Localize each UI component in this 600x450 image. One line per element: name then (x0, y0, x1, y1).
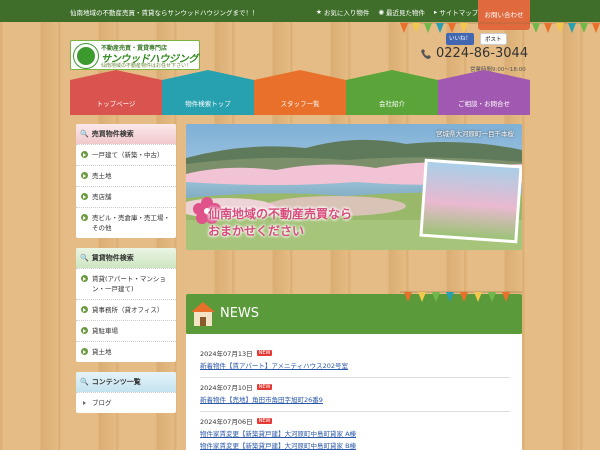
news-list: 2024年07月13日 NEW 新着物件【賃アパート】アメニティハウス202号室 … (186, 334, 522, 450)
news-title: NEWS (220, 306, 260, 321)
hero-message-line1: 仙南地域の不動産売買なら (208, 207, 353, 221)
sidebar-item-label: 貸駐車場 (92, 327, 118, 335)
logo-mark-icon (74, 44, 98, 68)
sidebar-item-label: ブログ (92, 399, 112, 407)
arrow-icon (81, 193, 88, 200)
news-date: 2024年07月06日 (200, 418, 253, 426)
divider (200, 411, 510, 412)
nav-tab-top[interactable]: トップページ (70, 70, 162, 115)
sidebar-item-rent-office[interactable]: 貸事務所（貸オフィス） (76, 299, 176, 320)
news-link[interactable]: 物件家賃変更【新築貸戸建】大河原町中島町貸家 B棟 (200, 440, 510, 450)
logo-tagline: 仙南地域の不動産物件はお任せ下さい！ (101, 63, 192, 69)
arrow-icon (81, 327, 88, 334)
sidebar-item-house[interactable]: 一戸建て（新築・中古） (76, 144, 176, 165)
nav-tab-staff[interactable]: スタッフ一覧 (254, 70, 346, 115)
arrow-icon (81, 151, 88, 158)
nav-tab-label: スタッフ一覧 (280, 100, 320, 108)
hero-caption: 宮城県大河原町一目千本桜 (436, 130, 514, 138)
nav-tab-label: 会社紹介 (379, 100, 405, 108)
search-icon: 🔍 (80, 130, 89, 138)
new-badge: NEW (256, 418, 273, 424)
sidebar-item-rent-parking[interactable]: 貸駐車場 (76, 320, 176, 341)
sidebar-item-label: 売店舗 (92, 193, 112, 201)
main-nav: トップページ 物件検索トップ スタッフ一覧 会社紹介 ご相談・お問合せ (70, 70, 530, 115)
arrow-icon (81, 348, 88, 355)
sidebar-item-label: 一戸建て（新築・中古） (92, 151, 164, 159)
nav-tab-contact[interactable]: ご相談・お問合せ (438, 70, 530, 115)
arrow-icon (81, 214, 88, 221)
sidebar-item-rent-apartment[interactable]: 賃貸(アパート・マンション・一戸建て) (76, 268, 176, 299)
sidebar-item-label: 売土地 (92, 172, 112, 180)
sidebar-item-label: 賃貸(アパート・マンション・一戸建て) (92, 275, 166, 293)
sidebar-item-land[interactable]: 売土地 (76, 165, 176, 186)
nav-tab-property-search[interactable]: 物件検索トップ (162, 70, 254, 115)
arrow-icon (81, 275, 88, 282)
hero-banner: 宮城県大河原町一目千本桜 仙南地域の不動産売買なら おまかせください (186, 124, 522, 250)
sitemap-link-label: サイトマップ (439, 9, 479, 17)
phone-block: 0224-86-3044 (420, 46, 528, 61)
social-buttons: いいね！ ポスト (446, 33, 507, 45)
nav-tab-label: ご相談・お問合せ (458, 100, 510, 108)
top-links: ★ お気に入り物件 ◉ 最近見た物件 ▸ サイトマップ (316, 7, 478, 17)
favorites-link-label: お気に入り物件 (323, 9, 370, 17)
x-post-button[interactable]: ポスト (480, 33, 507, 45)
search-icon: 🔍 (80, 254, 89, 262)
news-item: 2024年07月06日 NEW 物件家賃変更【新築貸戸建】大河原町中島町貸家 A棟… (200, 416, 510, 450)
phone-number[interactable]: 0224-86-3044 (436, 46, 528, 61)
sidebar-item-store[interactable]: 売店舗 (76, 186, 176, 207)
nav-tab-label: トップページ (96, 100, 136, 108)
site-tagline: 仙南地域の不動産売買・賃貸ならサンウッドハウジングまで！！ (70, 9, 259, 17)
news-date: 2024年07月13日 (200, 350, 253, 358)
news-item: 2024年07月10日 NEW 新着物件【売地】角田市角田字旭町26番9 (200, 382, 510, 412)
arrow-icon (81, 306, 88, 313)
eye-icon: ◉ (378, 8, 384, 16)
sitemap-icon: ▸ (434, 8, 438, 16)
arrow-icon (81, 399, 88, 406)
divider (200, 377, 510, 378)
rent-search-title: 賃貸物件検索 (91, 254, 134, 262)
arrow-icon (81, 172, 88, 179)
sidebar-item-label: 貸土地 (92, 348, 112, 356)
news-date: 2024年07月10日 (200, 384, 253, 392)
news-link[interactable]: 新着物件【売地】角田市角田字旭町26番9 (200, 394, 510, 404)
sitemap-link[interactable]: ▸ サイトマップ (434, 7, 478, 17)
recently-viewed-link-label: 最近見た物件 (386, 9, 425, 17)
sidebar-item-label: 売ビル・売倉庫・売工場・その他 (92, 214, 170, 232)
news-item: 2024年07月13日 NEW 新着物件【賃アパート】アメニティハウス202号室 (200, 348, 510, 378)
nav-tab-company[interactable]: 会社紹介 (346, 70, 438, 115)
news-link[interactable]: 新着物件【賃アパート】アメニティハウス202号室 (200, 360, 510, 370)
sale-search-box: 🔍 売買物件検索 一戸建て（新築・中古） 売土地 売店舗 売ビル・売倉庫・売工場… (76, 124, 176, 238)
hero-message-line2: おまかせください (208, 224, 305, 238)
site-logo[interactable]: 不動産売買・賃貸専門店 サンウッドハウジング 仙南地域の不動産物件はお任せ下さい… (70, 40, 200, 70)
content-list-title: コンテンツ一覧 (91, 378, 141, 386)
rent-search-heading: 🔍 賃貸物件検索 (76, 248, 176, 268)
rent-search-box: 🔍 賃貸物件検索 賃貸(アパート・マンション・一戸建て) 貸事務所（貸オフィス）… (76, 248, 176, 362)
content-list-box: 🔍 コンテンツ一覧 ブログ (76, 372, 176, 413)
search-icon: 🔍 (80, 378, 89, 386)
sidebar-item-rent-land[interactable]: 貸土地 (76, 341, 176, 362)
sidebar: 🔍 売買物件検索 一戸建て（新築・中古） 売土地 売店舗 売ビル・売倉庫・売工場… (76, 124, 176, 423)
house-icon (191, 302, 215, 326)
new-badge: NEW (256, 350, 273, 356)
content-list-heading: 🔍 コンテンツ一覧 (76, 372, 176, 392)
sidebar-item-blog[interactable]: ブログ (76, 392, 176, 413)
new-badge: NEW (256, 384, 273, 390)
hero-inset-photo (419, 158, 522, 244)
top-bar: 仙南地域の不動産売買・賃貸ならサンウッドハウジングまで！！ ★ お気に入り物件 … (0, 0, 600, 30)
sale-search-heading: 🔍 売買物件検索 (76, 124, 176, 144)
hero-message: 仙南地域の不動産売買なら おまかせください (208, 206, 352, 240)
sidebar-item-building[interactable]: 売ビル・売倉庫・売工場・その他 (76, 207, 176, 238)
nav-tab-label: 物件検索トップ (185, 100, 231, 108)
star-icon: ★ (316, 8, 322, 16)
news-link[interactable]: 物件家賃変更【新築貸戸建】大河原町中島町貸家 A棟 (200, 428, 510, 438)
phone-icon (421, 48, 431, 59)
recently-viewed-link[interactable]: ◉ 最近見た物件 (378, 7, 425, 17)
favorites-link[interactable]: ★ お気に入り物件 (316, 7, 369, 17)
news-bunting-decoration (400, 291, 522, 302)
sidebar-item-label: 貸事務所（貸オフィス） (92, 306, 164, 314)
sale-search-title: 売買物件検索 (91, 130, 134, 138)
facebook-like-button[interactable]: いいね！ (446, 33, 475, 45)
